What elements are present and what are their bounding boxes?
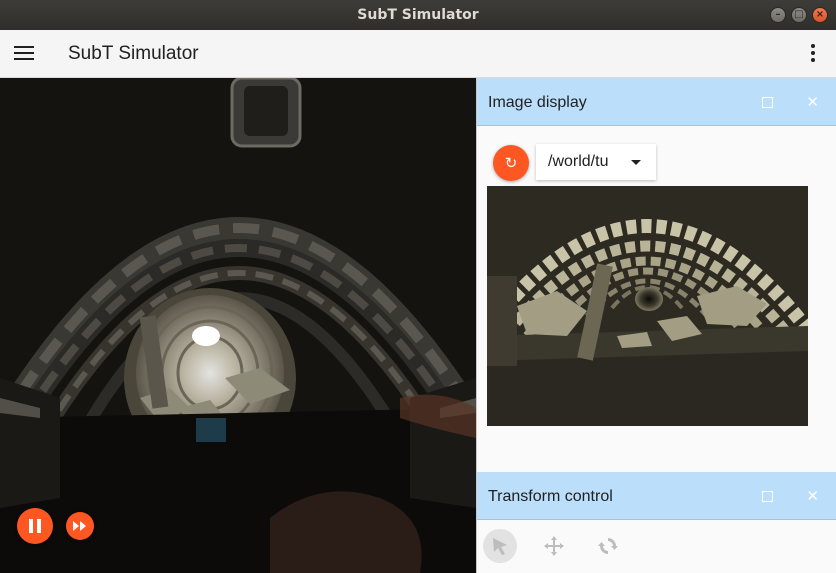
scene-3d-view[interactable] [0,78,476,573]
image-display-title: Image display [488,94,587,111]
window-title: SubT Simulator [357,7,479,23]
app-bar: SubT Simulator [0,30,836,78]
translate-mode-button[interactable] [537,529,571,563]
refresh-topics-button[interactable]: ↻ [493,145,529,181]
camera-image [487,186,808,426]
maximize-button[interactable]: □ [791,7,807,23]
maximize-plugin-icon[interactable] [762,97,773,108]
close-plugin-icon[interactable]: ✕ [806,93,819,111]
dropdown-caret-icon [631,160,641,165]
topic-selected-value: /world/tu [548,153,609,170]
close-window-button[interactable]: × [812,7,828,23]
transform-control-title: Transform control [488,488,613,505]
maximize-plugin-icon[interactable] [762,491,773,502]
select-mode-button[interactable] [483,529,517,563]
topic-dropdown[interactable]: /world/tu [536,144,656,180]
minimize-button[interactable]: – [770,7,786,23]
fast-forward-icon [73,521,86,531]
image-display-body: ↻ /world/tu [477,126,836,472]
window-controls: – □ × [770,7,828,23]
select-arrow-icon [493,538,507,555]
app-title: SubT Simulator [68,43,199,64]
maximize-icon: □ [794,9,804,20]
translate-icon [544,536,564,556]
image-display-header[interactable]: Image display ✕ [477,78,836,126]
step-button[interactable] [66,512,94,540]
close-plugin-icon[interactable]: ✕ [806,487,819,505]
camera-image-render [487,186,808,426]
refresh-icon: ↻ [504,155,518,172]
close-icon: × [815,9,825,20]
window-titlebar: SubT Simulator – □ × [0,0,836,30]
more-vert-icon[interactable] [810,44,816,64]
rotate-mode-button[interactable] [591,529,625,563]
rotate-icon [598,538,618,554]
hamburger-menu-icon[interactable] [14,46,34,62]
pause-button[interactable] [17,508,53,544]
minimize-icon: – [775,9,781,20]
pause-icon [27,519,43,533]
plugin-panel: Image display ✕ ↻ /world/tu Transform co… [476,78,836,573]
transform-control-body [477,520,836,573]
transform-control-header[interactable]: Transform control ✕ [477,472,836,520]
tunnel-render [0,78,476,573]
